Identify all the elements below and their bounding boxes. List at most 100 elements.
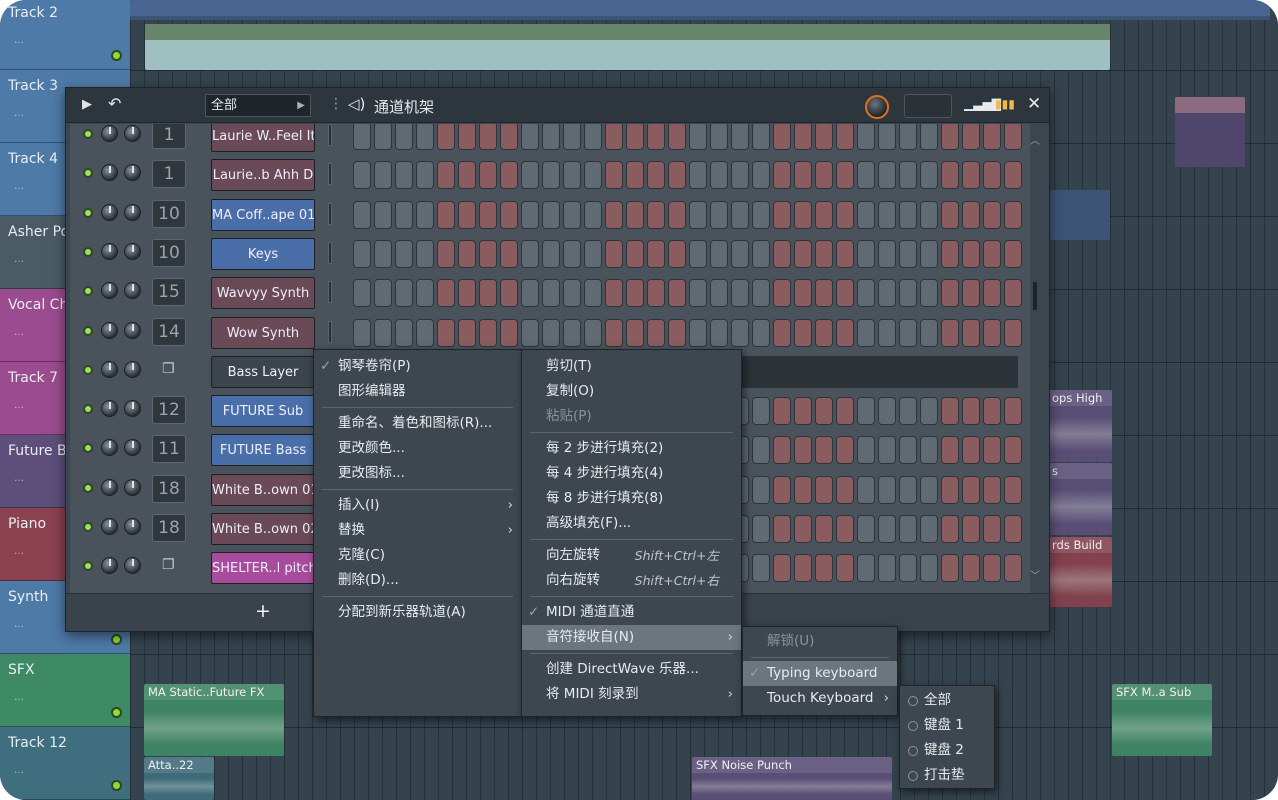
- step-sequencer[interactable]: [353, 200, 1022, 229]
- step-button[interactable]: [731, 239, 749, 268]
- step-button[interactable]: [395, 239, 413, 268]
- step-button[interactable]: [941, 239, 959, 268]
- step-button[interactable]: [878, 318, 896, 347]
- step-button[interactable]: [563, 124, 581, 150]
- step-button[interactable]: [500, 239, 518, 268]
- step-button[interactable]: [668, 239, 686, 268]
- menu-item[interactable]: 全部: [900, 688, 994, 713]
- menu-item[interactable]: 重命名、着色和图标(R)...: [314, 411, 521, 436]
- step-button[interactable]: [626, 318, 644, 347]
- menu-item[interactable]: 插入(I) ›: [314, 493, 521, 518]
- step-button[interactable]: [584, 239, 602, 268]
- channel-select[interactable]: [328, 281, 332, 304]
- volume-knob[interactable]: [124, 125, 141, 142]
- step-button[interactable]: [752, 279, 770, 308]
- menu-item[interactable]: 分配到新乐器轨道(A): [314, 600, 521, 625]
- step-button[interactable]: [374, 200, 392, 229]
- step-button[interactable]: [857, 124, 875, 150]
- step-button[interactable]: [521, 161, 539, 190]
- channel-select[interactable]: [328, 241, 332, 264]
- pan-knob[interactable]: [101, 478, 118, 496]
- step-button[interactable]: [563, 239, 581, 268]
- step-button[interactable]: [416, 124, 434, 150]
- step-button[interactable]: [857, 554, 875, 583]
- volume-knob[interactable]: [124, 360, 141, 378]
- step-button[interactable]: [815, 279, 833, 308]
- step-button[interactable]: [983, 318, 1001, 347]
- channel-mute-led[interactable]: [83, 482, 93, 493]
- step-button[interactable]: [941, 475, 959, 504]
- step-button[interactable]: [773, 200, 791, 229]
- step-button[interactable]: [689, 239, 707, 268]
- step-button[interactable]: [815, 554, 833, 583]
- channel-select[interactable]: [328, 320, 332, 343]
- volume-knob[interactable]: [124, 203, 141, 221]
- step-sequencer[interactable]: [353, 124, 1022, 150]
- play-arrow-icon[interactable]: ▶: [82, 97, 92, 112]
- menu-item[interactable]: 粘贴(P): [522, 404, 741, 429]
- step-button[interactable]: [563, 279, 581, 308]
- step-button[interactable]: [752, 239, 770, 268]
- step-button[interactable]: [773, 554, 791, 583]
- step-button[interactable]: [605, 200, 623, 229]
- mixer-track-number[interactable]: 10: [152, 199, 186, 228]
- channel-mute-led[interactable]: [83, 286, 93, 297]
- step-button[interactable]: [899, 124, 917, 150]
- step-button[interactable]: [752, 554, 770, 583]
- step-button[interactable]: [983, 239, 1001, 268]
- step-button[interactable]: [962, 397, 980, 426]
- step-button[interactable]: [1004, 279, 1022, 308]
- step-button[interactable]: [899, 279, 917, 308]
- step-button[interactable]: [1004, 161, 1022, 190]
- step-button[interactable]: [1004, 397, 1022, 426]
- step-button[interactable]: [626, 124, 644, 150]
- step-button[interactable]: [752, 397, 770, 426]
- menu-item[interactable]: ✓ Typing keyboard: [743, 661, 897, 686]
- channel-mute-led[interactable]: [83, 168, 93, 179]
- step-button[interactable]: [920, 436, 938, 465]
- steps-field[interactable]: [904, 94, 952, 118]
- step-button[interactable]: [1004, 239, 1022, 268]
- step-button[interactable]: [605, 124, 623, 150]
- step-button[interactable]: [983, 124, 1001, 150]
- channel-mute-led[interactable]: [83, 207, 93, 218]
- step-button[interactable]: [941, 200, 959, 229]
- step-button[interactable]: [899, 554, 917, 583]
- mixer-track-number[interactable]: 1: [152, 160, 186, 189]
- step-button[interactable]: [542, 279, 560, 308]
- mixer-track-number[interactable]: 14: [152, 317, 186, 346]
- step-button[interactable]: [941, 554, 959, 583]
- step-button[interactable]: [416, 318, 434, 347]
- step-button[interactable]: [374, 318, 392, 347]
- scrollbar-thumb[interactable]: [1033, 282, 1037, 310]
- step-button[interactable]: [773, 161, 791, 190]
- volume-knob[interactable]: [124, 282, 141, 300]
- channel-name-button[interactable]: Wow Synth: [211, 316, 315, 349]
- scroll-down-icon[interactable]: ﹀: [1030, 567, 1040, 582]
- step-button[interactable]: [962, 200, 980, 229]
- channel-name-button[interactable]: White B..own 01: [211, 473, 315, 506]
- step-button[interactable]: [941, 279, 959, 308]
- step-button[interactable]: [542, 318, 560, 347]
- channel-mute-led[interactable]: [83, 522, 93, 532]
- channel-mute-led[interactable]: [83, 364, 93, 375]
- track-enable-led[interactable]: [111, 50, 122, 61]
- step-button[interactable]: [962, 239, 980, 268]
- step-button[interactable]: [500, 161, 518, 190]
- step-button[interactable]: [815, 436, 833, 465]
- step-button[interactable]: [878, 436, 896, 465]
- step-button[interactable]: [710, 239, 728, 268]
- channel-name-button[interactable]: MA Coff..ape 01: [211, 198, 315, 231]
- scroll-up-icon[interactable]: ︿: [1030, 132, 1040, 147]
- step-button[interactable]: [647, 239, 665, 268]
- step-button[interactable]: [521, 239, 539, 268]
- step-button[interactable]: [626, 200, 644, 229]
- menu-item[interactable]: 复制(O): [522, 379, 741, 404]
- channel-name-button[interactable]: SHELTER..l pitch: [211, 552, 315, 585]
- step-button[interactable]: [941, 515, 959, 543]
- step-button[interactable]: [689, 161, 707, 190]
- step-button[interactable]: [920, 279, 938, 308]
- mixer-track-number[interactable]: 12: [152, 396, 186, 425]
- channel-mute-led[interactable]: [83, 404, 93, 415]
- mixer-track-number[interactable]: 15: [152, 278, 186, 307]
